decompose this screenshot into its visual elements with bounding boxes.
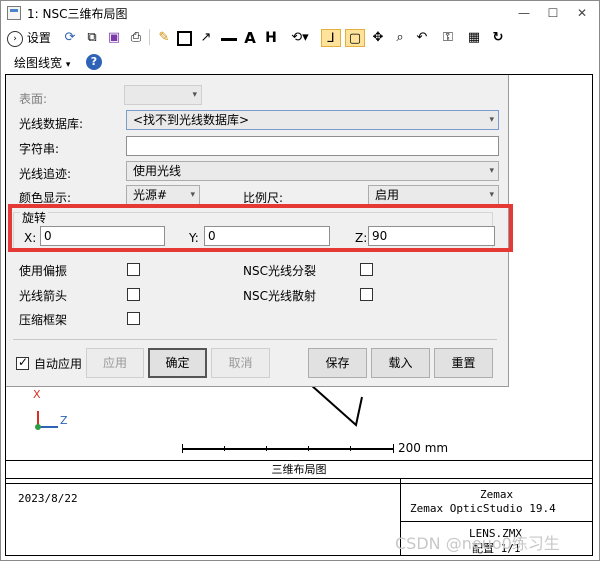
compress-frames-label: 压缩框架 [19, 313, 68, 327]
zoom-fit-icon[interactable]: ▢ [345, 29, 365, 47]
help-icon[interactable]: ? [86, 54, 102, 70]
chevron-down-icon: ▾ [489, 190, 494, 200]
toolbar-separator [149, 29, 150, 45]
settings-icon: › [7, 30, 23, 47]
scale-dropdown[interactable]: 启用 ▾ [368, 185, 499, 205]
chevron-down-icon: ▾ [489, 115, 494, 125]
apply-button[interactable]: 应用 [86, 348, 144, 378]
title-bar: 1: NSC三维布局图 — ☐ ✕ [1, 1, 599, 25]
copy-icon[interactable]: ⧉ [83, 29, 101, 47]
auto-apply-checkbox[interactable] [16, 355, 29, 370]
scale-tick [266, 446, 267, 451]
string-input[interactable] [126, 136, 499, 156]
ray-arrows-label: 光线箭头 [19, 289, 68, 303]
surface-dropdown[interactable]: ▾ [124, 85, 202, 105]
minimize-button[interactable]: — [514, 3, 534, 23]
print-icon[interactable]: ⎙ [127, 29, 145, 47]
zoom-icon[interactable]: ⌕ [391, 29, 409, 47]
ray-trace-dropdown[interactable]: 使用光线 ▾ [126, 161, 499, 181]
lock-icon[interactable]: ⚿ [439, 29, 457, 47]
save-icon[interactable]: ▣ [105, 29, 123, 47]
use-polarization-label: 使用偏振 [19, 264, 68, 278]
window-title: 1: NSC三维布局图 [27, 7, 128, 21]
color-dropdown[interactable]: 光源# ▾ [126, 185, 200, 205]
compress-frames-checkbox[interactable] [127, 312, 140, 325]
chevron-down-icon: ▾ [190, 190, 195, 200]
rectangle-icon[interactable] [177, 31, 192, 46]
reload-icon[interactable]: ↻ [489, 29, 507, 47]
pan-icon[interactable]: ✥ [369, 29, 387, 47]
nsc-scatter-label: NSC光线散射 [243, 289, 316, 303]
string-label: 字符串: [19, 142, 60, 156]
axis-z-label: Z [60, 414, 68, 427]
ray-database-label: 光线数据库: [19, 117, 84, 131]
toolbar: › 设置 ⟳ ⧉ ▣ ⎙ ✎ ↗ A H ⟲▾ ⅃ ▢ ✥ ⌕ ↶ ⚿ ▦ ↻ [1, 26, 599, 50]
line-width-label: 绘图线宽 [14, 56, 63, 70]
text-icon[interactable]: A [241, 29, 259, 47]
use-polarization-checkbox[interactable] [127, 263, 140, 276]
nsc-scatter-checkbox[interactable] [360, 288, 373, 301]
refresh-icon[interactable]: ⟳ [61, 29, 79, 47]
frame-icon[interactable]: ▦ [465, 29, 483, 47]
arrow-icon[interactable]: ↗ [197, 29, 215, 47]
ray-database-dropdown[interactable]: <找不到光线数据库> ▾ [126, 110, 499, 130]
surface-label: 表面: [19, 92, 48, 106]
footer-title: 三维布局图 [6, 461, 592, 479]
undo-view-icon[interactable]: ↶ [413, 29, 431, 47]
toolbar-secondary: 绘图线宽 ▾ ? [1, 50, 599, 74]
scale-bar [182, 448, 394, 450]
dimension-icon[interactable]: H [262, 29, 280, 47]
nsc-split-label: NSC光线分裂 [243, 264, 316, 278]
ok-button[interactable]: 确定 [148, 348, 207, 378]
footer-product: Zemax OpticStudio 19.4 [410, 502, 556, 515]
chevron-down-icon: ▾ [192, 90, 197, 100]
settings-button[interactable]: › 设置 [7, 29, 55, 47]
save-button[interactable]: 保存 [308, 348, 367, 378]
auto-apply-label: 自动应用 [34, 357, 83, 371]
pencil-icon[interactable]: ✎ [155, 29, 173, 47]
settings-label: 设置 [26, 31, 51, 45]
ray-trace-value: 使用光线 [133, 164, 182, 178]
ray-arrows-checkbox[interactable] [127, 288, 140, 301]
nsc-split-checkbox[interactable] [360, 263, 373, 276]
axis-x-label: X [33, 388, 41, 401]
line-icon[interactable] [221, 38, 237, 41]
axis-origin [35, 424, 41, 430]
highlight-box [8, 204, 513, 252]
load-button[interactable]: 载入 [371, 348, 430, 378]
footer-divider [400, 521, 592, 522]
lens-shape [310, 384, 363, 427]
maximize-button[interactable]: ☐ [543, 3, 563, 23]
reset-button[interactable]: 重置 [434, 348, 493, 378]
scale-tick [182, 444, 183, 453]
scale-tick [224, 446, 225, 451]
footer-date: 2023/8/22 [18, 492, 78, 505]
window-icon [7, 6, 21, 20]
rotate-view-icon[interactable]: ⟲▾ [291, 29, 309, 47]
cancel-button[interactable]: 取消 [211, 348, 270, 378]
watermark: CSDN @neuo0练习生 [395, 534, 560, 553]
line-width-dropdown[interactable]: 绘图线宽 ▾ [14, 54, 70, 72]
chevron-down-icon: ▾ [489, 166, 494, 176]
color-value: 光源# [133, 188, 168, 202]
scale-bar-label: 200 mm [398, 441, 449, 455]
axes-icon[interactable]: ⅃ [321, 29, 341, 47]
panel-divider [13, 339, 497, 340]
scale-value: 启用 [375, 188, 400, 202]
scale-tick [350, 446, 351, 451]
ray-trace-label: 光线追迹: [19, 167, 72, 181]
footer-company: Zemax [480, 488, 514, 501]
close-button[interactable]: ✕ [572, 3, 592, 23]
scale-tick [393, 444, 394, 453]
ray-database-value: <找不到光线数据库> [133, 113, 250, 127]
chevron-down-icon: ▾ [65, 60, 71, 70]
scale-tick [308, 446, 309, 451]
